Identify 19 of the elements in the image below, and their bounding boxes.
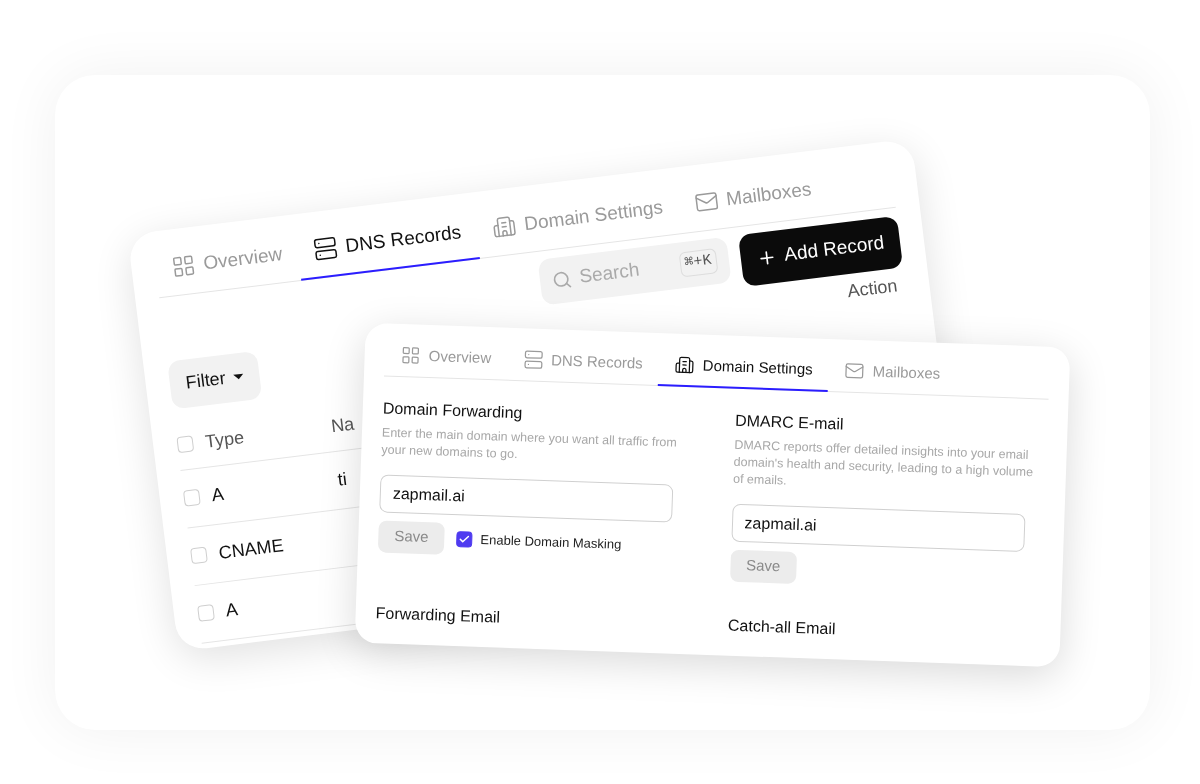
table-cell-text: A [224,597,240,622]
column-header: Type [203,425,247,454]
tab[interactable]: Overview [383,343,508,381]
tab[interactable]: Mailboxes [827,359,957,396]
table-cell-text: A [210,482,226,507]
section-title: Forwarding Email [375,602,502,628]
table-cell-text: CNAME [217,533,286,565]
section-title: Catch-all Email [727,615,837,639]
tab[interactable]: DNS Records [506,347,660,386]
section-description: DMARC reports offer detailed insights into your email domain's health and security, leading to a high volume of emails. [732,436,1035,490]
table-cell-text: ti [336,467,349,492]
search-field[interactable]: Search ⌘+K [537,236,732,306]
checkbox-label: Enable Domain Masking [480,530,622,554]
section-title: Domain Forwarding [382,397,524,424]
section-description: Enter the main domain where you want all traffic from your new domains to go. [381,423,679,463]
tab[interactable]: Domain Settings [658,353,830,392]
column-header: Na [329,412,356,438]
filter-button[interactable]: Filter [167,350,263,409]
section-title: DMARC E-mail [734,410,845,434]
